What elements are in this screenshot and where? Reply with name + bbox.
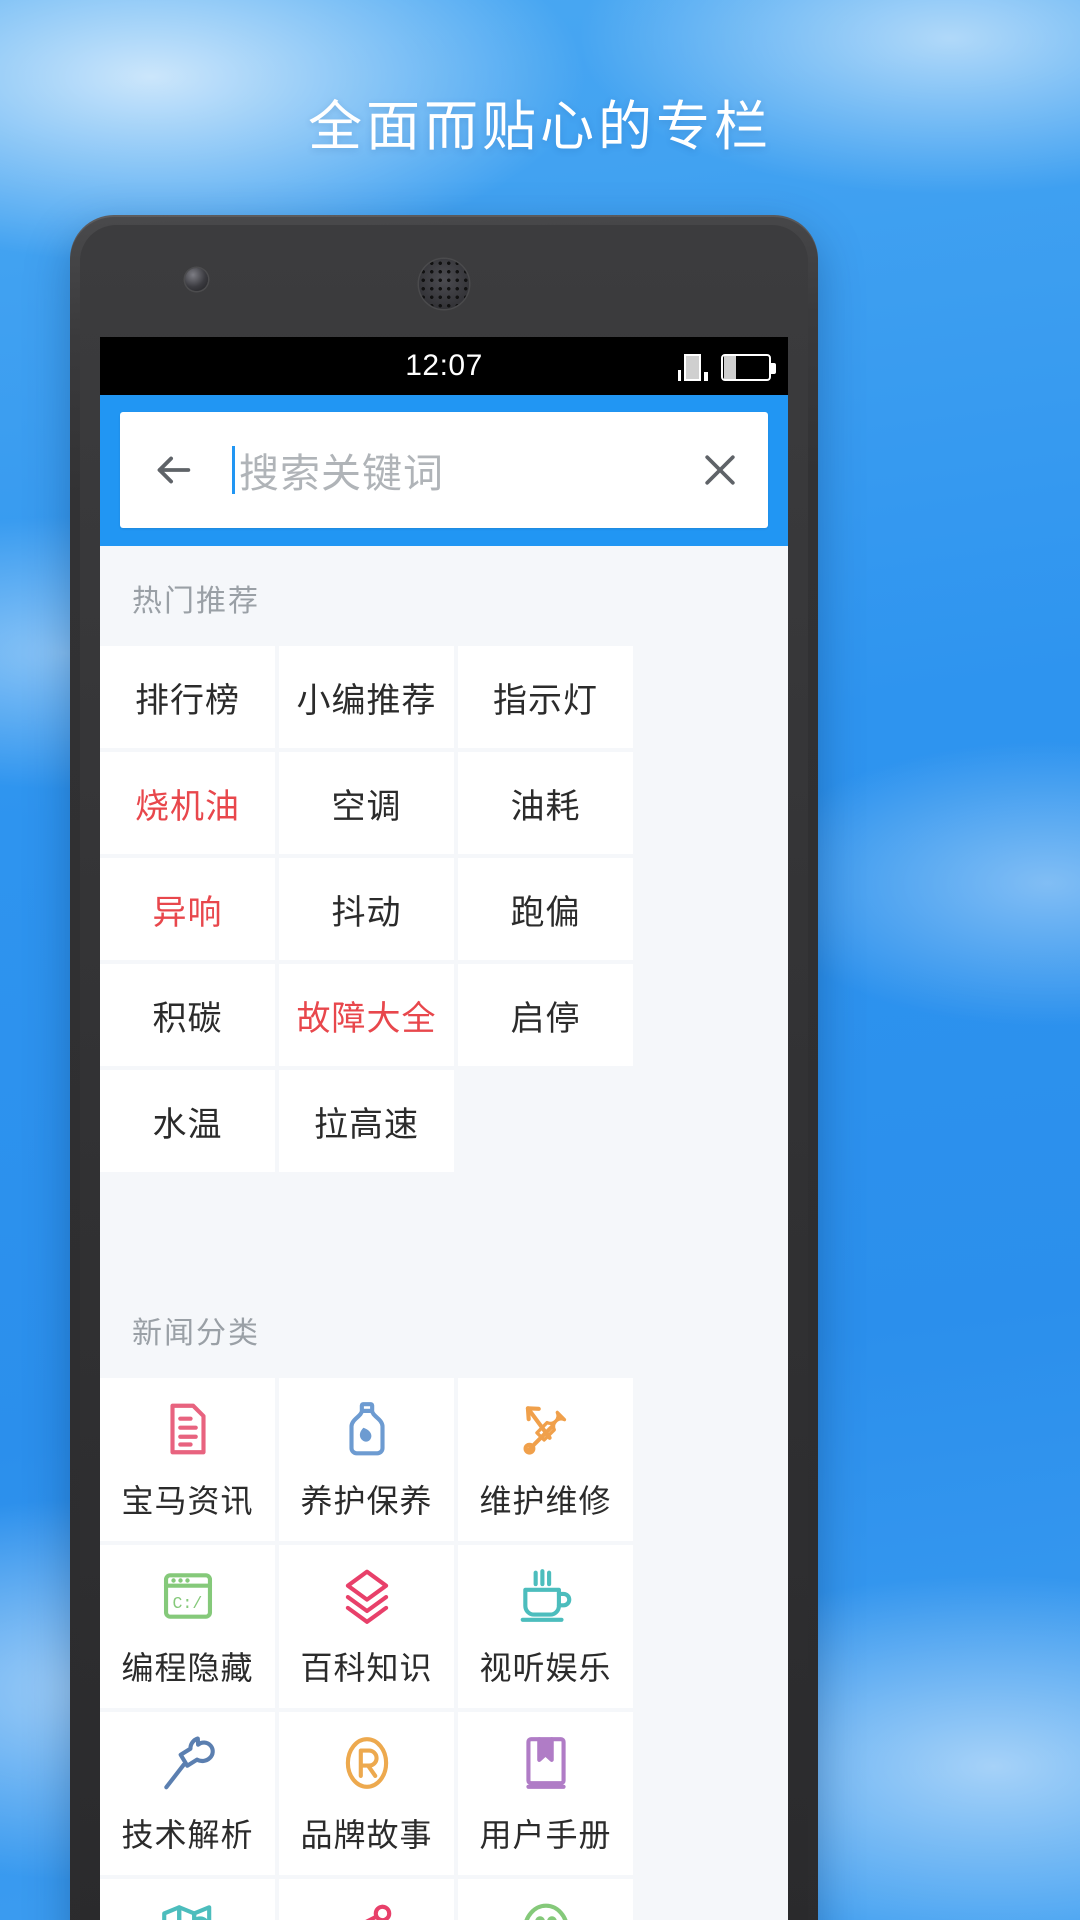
back-arrow-icon[interactable]: [150, 447, 196, 493]
terminal-icon: C:/: [157, 1565, 219, 1627]
news-category-item[interactable]: 导航地图: [100, 1879, 275, 1920]
battery-low-icon: [721, 354, 776, 381]
news-category-label: 用户手册: [479, 1816, 612, 1853]
news-category-label: 百科知识: [300, 1649, 433, 1686]
hot-section-title: 热门推荐: [100, 546, 788, 646]
close-icon[interactable]: [698, 448, 742, 492]
news-category-item[interactable]: 用户手册: [458, 1712, 633, 1875]
hot-tag[interactable]: 指示灯: [458, 646, 633, 748]
news-category-label: 视听娱乐: [479, 1649, 612, 1686]
phone-top-bezel: [80, 225, 808, 337]
status-bar: 12:07: [100, 337, 788, 395]
hot-tag[interactable]: 启停: [458, 964, 633, 1066]
grid-filler: [100, 1176, 275, 1278]
news-category-item[interactable]: 品牌故事: [279, 1712, 454, 1875]
hot-tag[interactable]: 拉高速: [279, 1070, 454, 1172]
news-section-title: 新闻分类: [100, 1278, 788, 1378]
hot-tag[interactable]: 空调: [279, 752, 454, 854]
news-category-item[interactable]: 宝马资讯: [100, 1378, 275, 1541]
coffee-cup-icon: [515, 1565, 577, 1627]
hot-tag[interactable]: 异响: [100, 858, 275, 960]
hot-tag[interactable]: 小编推荐: [279, 646, 454, 748]
hot-tag[interactable]: 积碳: [100, 964, 275, 1066]
share-icon: [336, 1899, 398, 1920]
news-category-item[interactable]: 养护保养: [279, 1378, 454, 1541]
signal-icon: [678, 351, 712, 381]
page-title: 全面而贴心的专栏: [308, 97, 772, 157]
earpiece-speaker-icon: [419, 259, 469, 309]
search-input[interactable]: 搜索关键词: [235, 441, 698, 499]
map-icon: [157, 1899, 219, 1920]
bottle-icon: [336, 1398, 398, 1460]
front-camera-icon: [185, 268, 208, 291]
news-category-item[interactable]: 技术解析: [100, 1712, 275, 1875]
hot-tag-grid: 排行榜 小编推荐 指示灯烧机油 空调 油耗异响 抖动 跑偏积碳 故障大全 启停水温 拉高速: [100, 646, 788, 1278]
news-category-item[interactable]: C:/ 编程隐藏: [100, 1545, 275, 1708]
news-category-label: 养护保养: [300, 1482, 433, 1519]
news-category-label: 维护维修: [479, 1482, 612, 1519]
hot-tag[interactable]: 故障大全: [279, 964, 454, 1066]
news-category-item[interactable]: 开心一乐: [458, 1879, 633, 1920]
tools-icon: [515, 1398, 577, 1460]
news-category-label: 品牌故事: [300, 1816, 433, 1853]
news-category-label: 编程隐藏: [121, 1649, 254, 1686]
grid-filler: [458, 1070, 633, 1172]
pushpin-icon: [157, 1732, 219, 1794]
hot-tag[interactable]: 水温: [100, 1070, 275, 1172]
news-category-item[interactable]: 百科知识: [279, 1545, 454, 1708]
phone-inner-bezel: 12:07 搜索关键词 热门推荐 排行榜 小编推荐 指示灯 烧机油 空调 油耗 …: [80, 225, 808, 1920]
news-category-item[interactable]: 互联驾驶: [279, 1879, 454, 1920]
status-clock: 12:07: [405, 349, 483, 382]
hot-tag[interactable]: 跑偏: [458, 858, 633, 960]
status-icons: [678, 351, 776, 381]
news-category-label: 宝马资讯: [121, 1482, 254, 1519]
news-category-item[interactable]: 维护维修: [458, 1378, 633, 1541]
hot-tag[interactable]: 烧机油: [100, 752, 275, 854]
phone-screen: 12:07 搜索关键词 热门推荐 排行榜 小编推荐 指示灯 烧机油 空调 油耗 …: [100, 337, 788, 1920]
hot-tag[interactable]: 抖动: [279, 858, 454, 960]
book-icon: [515, 1732, 577, 1794]
search-box[interactable]: 搜索关键词: [120, 412, 768, 528]
document-icon: [157, 1398, 219, 1460]
registered-icon: [336, 1732, 398, 1794]
phone-device-frame: 12:07 搜索关键词 热门推荐 排行榜 小编推荐 指示灯 烧机油 空调 油耗 …: [70, 215, 818, 1920]
layers-icon: [336, 1565, 398, 1627]
svg-text:C:/: C:/: [172, 1593, 202, 1612]
hot-tag[interactable]: 排行榜: [100, 646, 275, 748]
search-header: 搜索关键词: [100, 395, 788, 546]
hot-tag[interactable]: 油耗: [458, 752, 633, 854]
news-category-item[interactable]: 视听娱乐: [458, 1545, 633, 1708]
smiley-icon: [515, 1899, 577, 1920]
news-category-label: 技术解析: [121, 1816, 254, 1853]
news-category-grid: 宝马资讯 养护保养 维护维修 C:/ 编程隐藏 百科知识 视听娱乐 技术解析 品牌…: [100, 1378, 788, 1920]
